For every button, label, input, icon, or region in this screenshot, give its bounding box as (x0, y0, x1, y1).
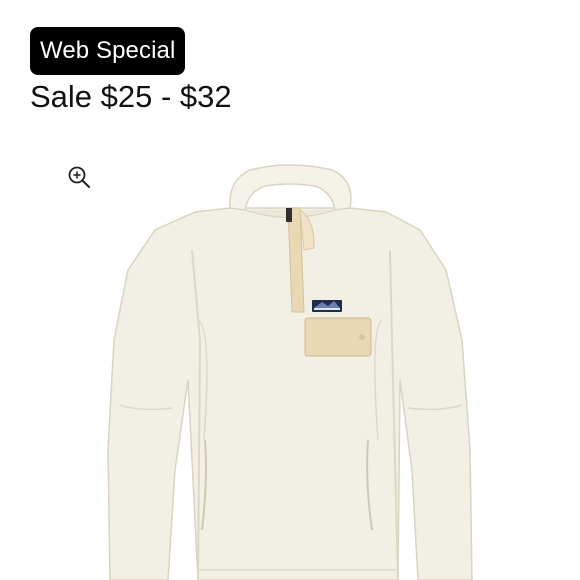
patagonia-logo-icon (312, 300, 342, 312)
zoom-in-icon[interactable] (66, 164, 92, 190)
product-card: Web Special Sale $25 - $32 (0, 0, 580, 580)
product-image-fleece-pullover[interactable] (100, 150, 480, 580)
sale-price: Sale $25 - $32 (30, 79, 232, 114)
fleece-collar (229, 164, 352, 211)
web-special-badge: Web Special (30, 27, 186, 75)
